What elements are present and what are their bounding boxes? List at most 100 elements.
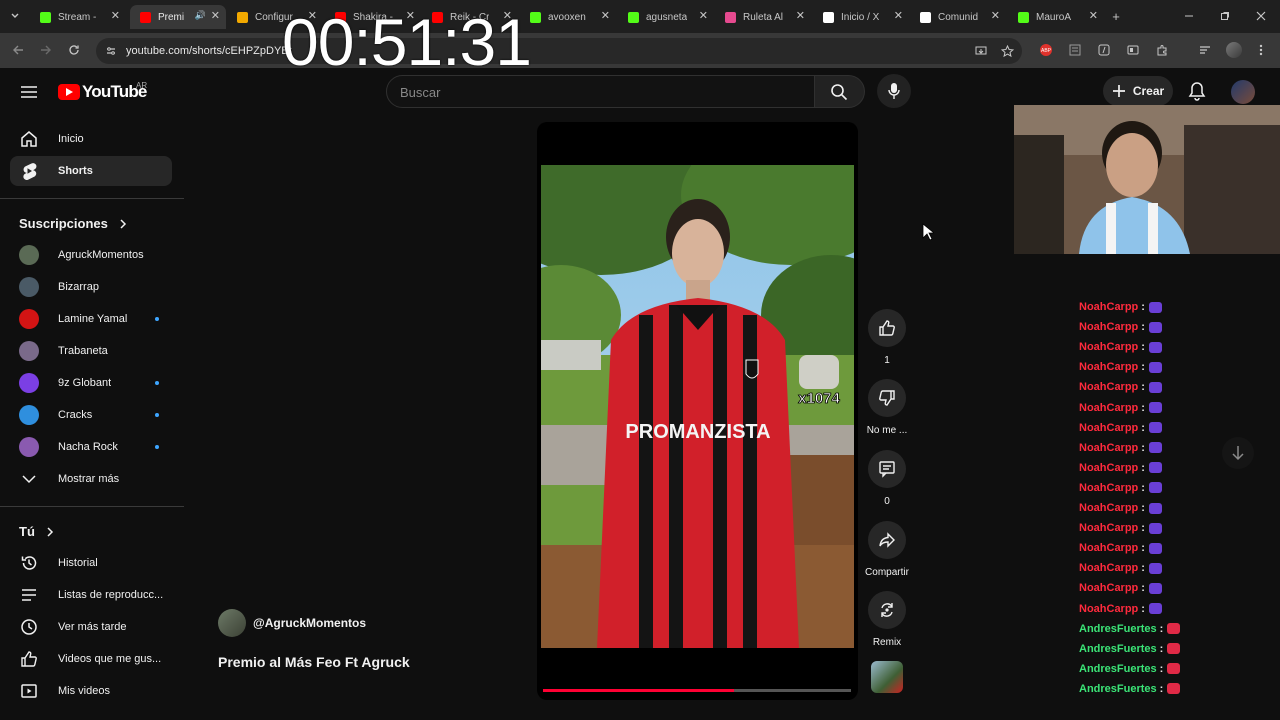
new-tab-button[interactable]: + (1107, 7, 1125, 25)
close-tab-icon[interactable]: ✕ (894, 9, 903, 22)
chat-username[interactable]: AndresFuertes (1079, 683, 1157, 695)
close-tab-icon[interactable]: ✕ (111, 9, 120, 22)
browser-tab[interactable]: Stream - ✕ (30, 5, 126, 29)
close-tab-icon[interactable]: ✕ (699, 9, 708, 22)
sidebar-item-subscription[interactable]: Lamine Yamal (10, 304, 172, 334)
comments-button[interactable]: 0 (868, 450, 906, 507)
settings-app-icon (237, 11, 248, 23)
sound-thumbnail[interactable] (871, 661, 903, 693)
account-avatar[interactable] (1231, 80, 1255, 104)
thumbs-down-icon (868, 379, 906, 417)
tab-search-icon[interactable] (6, 7, 24, 25)
sidebar-item-my-videos[interactable]: Mis videos (10, 676, 172, 706)
reading-list-icon[interactable] (1196, 41, 1214, 59)
chat-username[interactable]: NoahCarpp (1079, 341, 1138, 353)
chat-username[interactable]: NoahCarpp (1079, 482, 1138, 494)
sidebar-item-subscription[interactable]: Bizarrap (10, 272, 172, 302)
audio-playing-icon[interactable]: 🔊 (195, 10, 206, 21)
minimize-icon[interactable] (1180, 7, 1198, 25)
extensions-puzzle-icon[interactable] (1153, 41, 1171, 59)
sidebar-item-subscription[interactable]: Nacha Rock (10, 432, 172, 462)
chat-username[interactable]: NoahCarpp (1079, 603, 1138, 615)
reload-icon[interactable] (65, 41, 83, 59)
chat-username[interactable]: AndresFuertes (1079, 643, 1157, 655)
subscriptions-header[interactable]: Suscripciones (19, 216, 128, 231)
profile-icon[interactable] (1225, 41, 1243, 59)
chat-separator: : (1141, 401, 1145, 414)
short-channel-row[interactable]: @AgruckMomentos (218, 609, 366, 637)
scroll-to-bottom-button[interactable] (1222, 437, 1254, 469)
chat-username[interactable]: NoahCarpp (1079, 361, 1138, 373)
chat-username[interactable]: AndresFuertes (1079, 623, 1157, 635)
back-icon[interactable] (9, 41, 27, 59)
address-bar[interactable]: youtube.com/shorts/cEHPZpDYBt (96, 38, 1022, 64)
browser-menu-icon[interactable] (1252, 41, 1270, 59)
close-tab-icon[interactable]: ✕ (1089, 9, 1098, 22)
close-tab-icon[interactable]: ✕ (991, 9, 1000, 22)
browser-tab[interactable]: MauroA ✕ (1008, 5, 1104, 29)
close-window-icon[interactable] (1252, 7, 1270, 25)
chat-username[interactable]: NoahCarpp (1079, 442, 1138, 454)
browser-tab[interactable]: Inicio / X ✕ (813, 5, 909, 29)
voice-search-button[interactable] (877, 74, 911, 108)
chat-username[interactable]: AndresFuertes (1079, 663, 1157, 675)
chat-username[interactable]: NoahCarpp (1079, 562, 1138, 574)
chat-username[interactable]: NoahCarpp (1079, 542, 1138, 554)
close-tab-icon[interactable]: ✕ (211, 9, 220, 22)
sidebar-item-historial[interactable]: Historial (10, 548, 172, 578)
chat-username[interactable]: NoahCarpp (1079, 582, 1138, 594)
show-more-button[interactable]: Mostrar más (10, 464, 172, 494)
search-button[interactable] (815, 75, 865, 108)
chat-username[interactable]: NoahCarpp (1079, 301, 1138, 313)
sidebar-item-subscription[interactable]: AgruckMomentos (10, 240, 172, 270)
sidebar-item-label: Lamine Yamal (58, 313, 128, 325)
youtube-logo-icon[interactable] (58, 84, 80, 100)
sidebar-item-shorts[interactable]: Shorts (10, 156, 172, 186)
bookmark-star-icon[interactable] (998, 42, 1016, 60)
chat-username[interactable]: NoahCarpp (1079, 422, 1138, 434)
close-tab-icon[interactable]: ✕ (796, 9, 805, 22)
sidebar-item-label: 9z Globant (58, 377, 112, 389)
sidebar-item-subscription[interactable]: Cracks (10, 400, 172, 430)
channel-avatar[interactable] (218, 609, 246, 637)
you-section-header[interactable]: Tú (19, 524, 55, 539)
chat-username[interactable]: NoahCarpp (1079, 462, 1138, 474)
sidebar-item-watch-later[interactable]: Ver más tarde (10, 612, 172, 642)
script-extension-icon[interactable] (1095, 41, 1113, 59)
install-app-icon[interactable] (972, 42, 990, 60)
forward-icon[interactable] (37, 41, 55, 59)
short-progress-bar[interactable] (543, 689, 851, 692)
short-video-frame[interactable]: PROMANZISTA x1074 (541, 165, 854, 648)
search-input[interactable]: Buscar (386, 75, 815, 108)
share-button[interactable]: Compartir (865, 521, 909, 578)
chat-username[interactable]: NoahCarpp (1079, 381, 1138, 393)
browser-tab[interactable]: avooxen ✕ (520, 5, 616, 29)
like-button[interactable]: 1 (868, 309, 906, 366)
chat-username[interactable]: NoahCarpp (1079, 402, 1138, 414)
restore-icon[interactable] (1216, 7, 1234, 25)
chat-username[interactable]: NoahCarpp (1079, 502, 1138, 514)
adblock-icon[interactable]: ABP (1037, 41, 1055, 59)
sidebar-item-subscription[interactable]: 9z Globant (10, 368, 172, 398)
extension-icon[interactable] (1066, 41, 1084, 59)
arrow-down-icon (1232, 446, 1244, 461)
create-button[interactable]: Crear (1103, 76, 1173, 106)
browser-tab[interactable]: Ruleta Al ✕ (715, 5, 811, 29)
sidebar-item-inicio[interactable]: Inicio (10, 124, 172, 154)
remix-button[interactable]: Remix (868, 591, 906, 648)
sidebar-item-liked-videos[interactable]: Videos que me gus... (10, 644, 172, 674)
site-info-icon[interactable] (102, 42, 120, 60)
chat-username[interactable]: NoahCarpp (1079, 522, 1138, 534)
chat-username[interactable]: NoahCarpp (1079, 321, 1138, 333)
browser-tab[interactable]: Premi ✕ 🔊 (130, 5, 226, 29)
browser-tab[interactable]: Comunid ✕ (910, 5, 1006, 29)
media-extension-icon[interactable] (1124, 41, 1142, 59)
sidebar-item-subscription[interactable]: Trabaneta (10, 336, 172, 366)
notifications-bell-icon[interactable] (1186, 80, 1208, 102)
close-tab-icon[interactable]: ✕ (601, 9, 610, 22)
channel-handle[interactable]: @AgruckMomentos (253, 616, 366, 630)
dislike-button[interactable]: No me ... (867, 379, 907, 436)
hamburger-menu-icon[interactable] (18, 81, 40, 103)
sidebar-item-playlists[interactable]: Listas de reproducc... (10, 580, 172, 610)
browser-tab[interactable]: agusneta ✕ (618, 5, 714, 29)
